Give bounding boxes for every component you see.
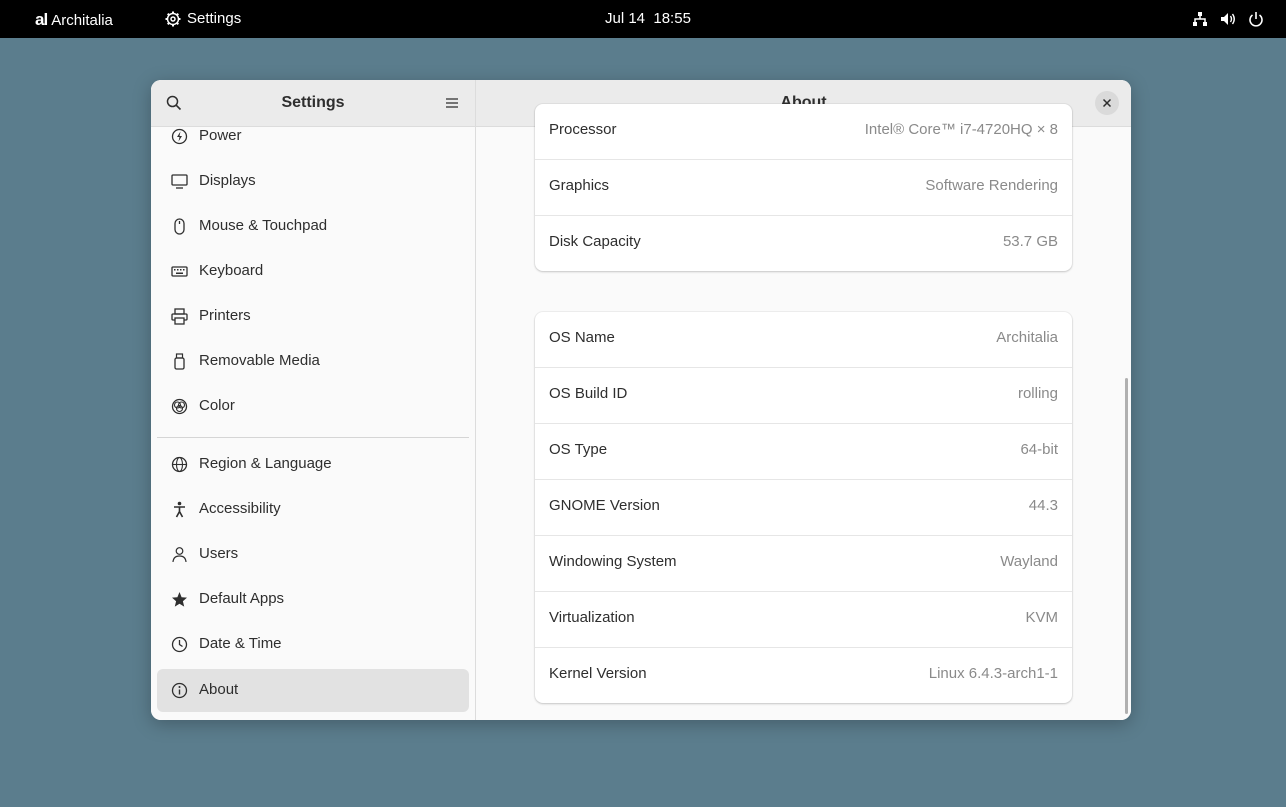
row-value: Wayland [1000, 553, 1058, 570]
sidebar-item-label: Accessibility [199, 500, 281, 517]
info-row-os-build-id: OS Build ID rolling [535, 368, 1072, 424]
info-row-gnome-version: GNOME Version 44.3 [535, 480, 1072, 536]
app-menu[interactable]: Settings [165, 10, 241, 27]
sidebar-item-label: Power [199, 127, 242, 144]
display-icon [171, 174, 188, 189]
row-value: 64-bit [1020, 441, 1058, 458]
color-icon [171, 398, 188, 415]
sidebar-item-label: Removable Media [199, 352, 320, 369]
app-name: Settings [187, 10, 242, 27]
clock-icon [171, 636, 188, 653]
row-value: Architalia [996, 329, 1058, 346]
sidebar-item-label: Displays [199, 172, 256, 189]
row-value: Software Rendering [925, 177, 1058, 194]
star-icon [172, 592, 187, 607]
row-value: rolling [1017, 385, 1058, 402]
clock-date: Jul 14 [605, 10, 646, 27]
row-value: 44.3 [1028, 497, 1058, 514]
sidebar-item-label: Printers [199, 307, 251, 324]
sidebar-item-displays[interactable]: Displays [157, 160, 469, 203]
row-label: Virtualization [549, 609, 635, 626]
sidebar-title: Settings [281, 94, 345, 111]
sidebar-item-label: Users [199, 545, 239, 562]
sidebar-item-keyboard[interactable]: Keyboard [157, 250, 469, 293]
settings-window: Settings Power Displays Mouse & Touchpad… [151, 80, 1131, 720]
sidebar-item-accessibility[interactable]: Accessibility [157, 488, 469, 531]
row-label: Disk Capacity [549, 233, 641, 250]
sidebar-item-label: Color [199, 397, 235, 414]
info-row-graphics: Graphics Software Rendering [535, 160, 1072, 216]
close-icon [1102, 98, 1112, 108]
info-row-windowing-system: Windowing System Wayland [535, 536, 1072, 592]
row-value: 53.7 GB [1002, 233, 1058, 250]
sidebar-item-label: Date & Time [199, 635, 282, 652]
clock[interactable]: Jul 14 18:55 [605, 10, 691, 27]
row-label: OS Name [549, 329, 615, 346]
software-info-card: OS Name Architalia OS Build ID rolling O… [535, 312, 1072, 703]
system-tray[interactable] [1192, 11, 1264, 27]
sidebar-item-color[interactable]: Color [157, 385, 469, 428]
logo-mark: al [35, 10, 48, 29]
row-label: Kernel Version [549, 665, 647, 682]
row-value: Linux 6.4.3-arch1-1 [928, 665, 1058, 682]
info-row-processor: Processor Intel® Core™ i7-4720HQ × 8 [535, 104, 1072, 160]
sidebar-item-users[interactable]: Users [157, 533, 469, 576]
network-icon [1193, 12, 1207, 26]
sidebar-item-mouse-touchpad[interactable]: Mouse & Touchpad [157, 205, 469, 248]
hamburger-menu-icon [446, 98, 458, 108]
sidebar-item-removable-media[interactable]: Removable Media [157, 340, 469, 383]
clock-time: 18:55 [653, 10, 691, 27]
sidebar-item-region-language[interactable]: Region & Language [157, 443, 469, 486]
keyboard-icon [171, 266, 188, 277]
row-label: GNOME Version [549, 497, 660, 514]
info-row-disk-capacity[interactable]: Disk Capacity 53.7 GB [535, 216, 1072, 271]
info-row-kernel-version: Kernel Version Linux 6.4.3-arch1-1 [535, 648, 1072, 703]
scrollbar[interactable] [1125, 378, 1128, 714]
sidebar-item-about[interactable]: About [157, 669, 469, 712]
row-label: OS Build ID [549, 385, 628, 402]
info-row-os-type: OS Type 64-bit [535, 424, 1072, 480]
sidebar-item-power[interactable]: Power [157, 115, 469, 158]
users-icon [172, 547, 187, 563]
hardware-info-card: Processor Intel® Core™ i7-4720HQ × 8 Gra… [535, 104, 1072, 271]
volume-icon [1221, 13, 1235, 25]
row-value: KVM [1025, 609, 1058, 626]
row-label: OS Type [549, 441, 608, 458]
sidebar-item-label: Mouse & Touchpad [199, 217, 328, 234]
gear-icon [165, 11, 181, 26]
row-label: Graphics [549, 177, 610, 194]
printer-icon [171, 308, 188, 325]
sidebar-item-label: Default Apps [199, 590, 285, 607]
info-icon [171, 682, 188, 699]
power-icon [171, 128, 188, 145]
accessibility-icon [174, 501, 185, 518]
close-button[interactable] [1095, 91, 1119, 115]
logo-text: Architalia [51, 11, 113, 29]
info-row-os-name: OS Name Architalia [535, 312, 1072, 368]
sidebar-item-label: Region & Language [199, 455, 332, 472]
sidebar-item-label: Keyboard [199, 262, 264, 279]
globe-icon [171, 456, 188, 473]
activities-button[interactable]: al Architalia [35, 10, 113, 30]
sidebar-item-default-apps[interactable]: Default Apps [157, 578, 469, 621]
about-panel: About Processor Intel® Core™ i7-4720HQ ×… [476, 80, 1131, 720]
sidebar-divider [157, 437, 469, 438]
row-value: Intel® Core™ i7-4720HQ × 8 [864, 121, 1058, 138]
sidebar-item-printers[interactable]: Printers [157, 295, 469, 338]
sidebar-item-label: About [199, 681, 239, 698]
mouse-icon [174, 218, 185, 235]
sidebar: Settings Power Displays Mouse & Touchpad… [151, 80, 476, 720]
info-row-virtualization: Virtualization KVM [535, 592, 1072, 648]
power-icon [1249, 12, 1263, 27]
top-bar: al Architalia Settings Jul 14 18:55 [0, 0, 1286, 38]
row-label: Processor [549, 121, 617, 138]
main-menu-button[interactable] [446, 96, 458, 114]
row-label: Windowing System [549, 553, 677, 570]
sidebar-item-date-time[interactable]: Date & Time [157, 623, 469, 666]
removable-media-icon [174, 353, 185, 370]
